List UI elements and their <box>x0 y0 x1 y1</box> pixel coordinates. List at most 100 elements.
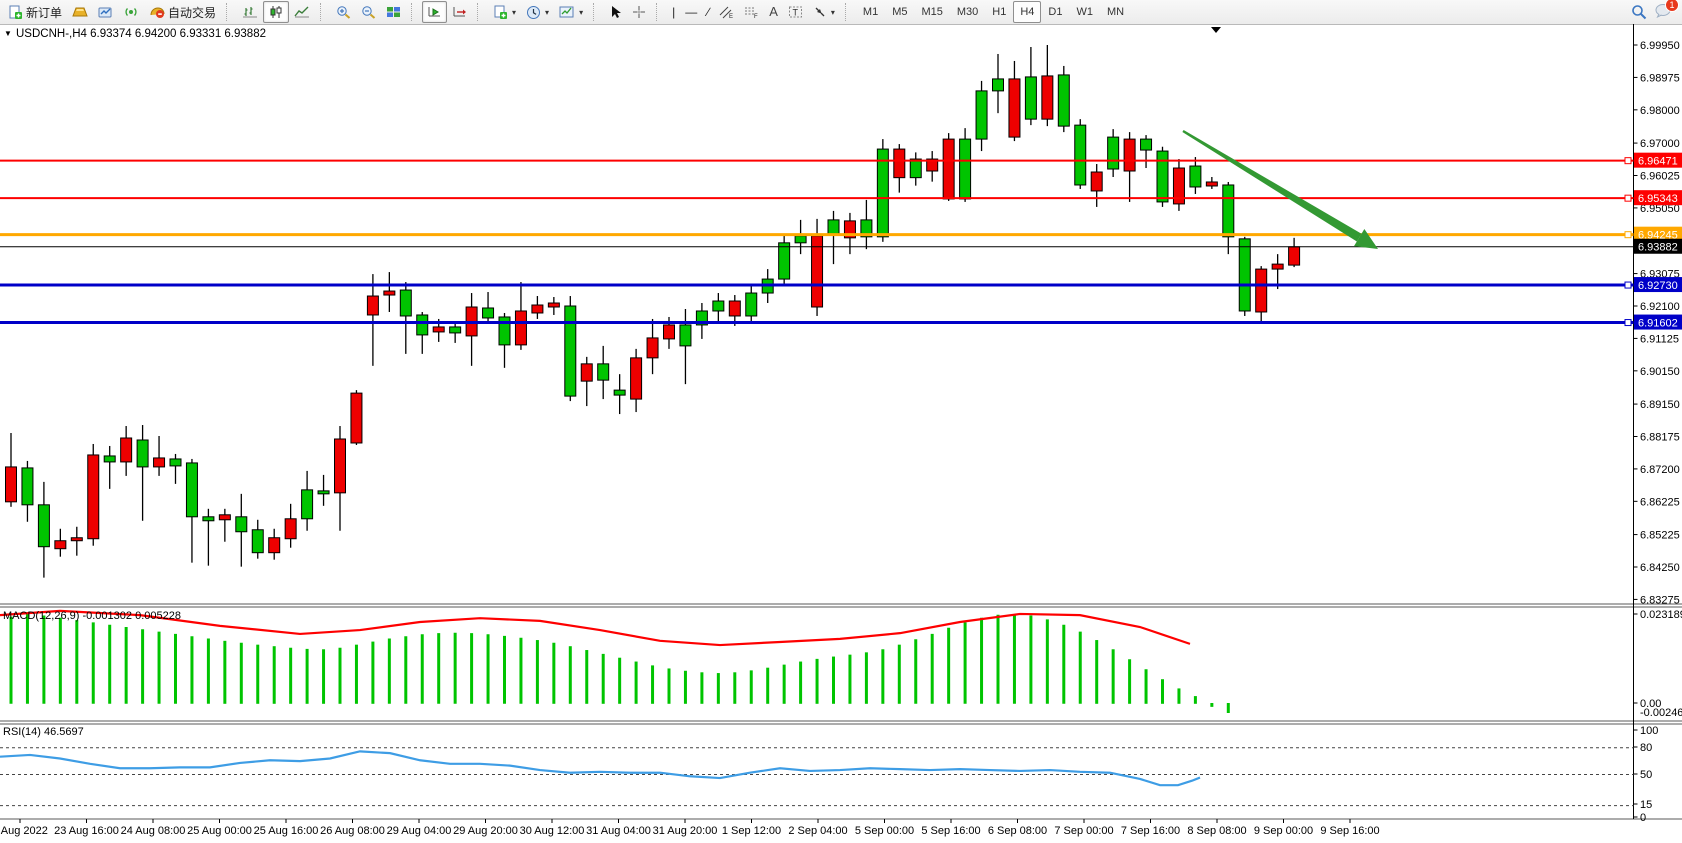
date-label: 9 Sep 16:00 <box>1320 825 1379 837</box>
zoom-in-button[interactable] <box>331 1 356 23</box>
timeframe-m15-button[interactable]: M15 <box>914 1 949 23</box>
candle-body <box>351 393 362 443</box>
cursor-tool-button[interactable] <box>604 1 627 23</box>
timeframe-h4-button[interactable]: H4 <box>1013 1 1041 23</box>
fibonacci-icon: F <box>744 5 759 19</box>
market-watch-button[interactable] <box>93 1 119 23</box>
date-label: 2 Sep 04:00 <box>788 825 847 837</box>
toolbar-separator <box>656 3 662 21</box>
fibonacci-tool-button[interactable]: F <box>739 1 764 23</box>
clock-icon <box>526 5 541 20</box>
auto-scroll-button[interactable] <box>422 1 447 23</box>
candle-body <box>335 439 346 493</box>
price-tick-label: 6.84250 <box>1640 562 1680 574</box>
chart-shift-button[interactable] <box>447 1 472 23</box>
equidistant-channel-icon: E <box>719 5 734 19</box>
gold-button[interactable] <box>67 1 93 23</box>
svg-text:E: E <box>729 14 733 19</box>
line-chart-mode-button[interactable] <box>289 1 315 23</box>
toolbar: 新订单 自动交易 <box>0 0 1682 25</box>
date-label: 7 Sep 16:00 <box>1121 825 1180 837</box>
price-tick-label: 6.91125 <box>1640 333 1679 345</box>
candle-body <box>483 308 494 318</box>
candle-body <box>565 306 576 396</box>
new-order-button[interactable]: 新订单 <box>3 1 67 23</box>
crosshair-icon <box>632 5 646 19</box>
chart-upload-icon <box>98 5 114 19</box>
vline-tool-button[interactable]: | <box>667 1 680 23</box>
timeframe-h1-button[interactable]: H1 <box>985 1 1013 23</box>
macd-label: MACD(12,26,9) -0.001302 0.005228 <box>3 610 181 622</box>
candlestick-mode-button[interactable] <box>263 1 289 23</box>
tile-windows-icon <box>386 5 401 19</box>
templates-button[interactable]: ▾ <box>554 1 588 23</box>
chevron-down-icon: ▾ <box>545 8 549 17</box>
chart-shift-marker[interactable] <box>1211 27 1221 33</box>
candle-body <box>71 538 82 541</box>
price-tick-label: 6.89150 <box>1640 399 1680 411</box>
tile-windows-button[interactable] <box>381 1 406 23</box>
timeframe-d1-button[interactable]: D1 <box>1041 1 1069 23</box>
timeframe-m30-button[interactable]: M30 <box>950 1 985 23</box>
candle-body <box>384 291 395 295</box>
trendline-tool-button[interactable]: ∕ <box>702 1 714 23</box>
candle-body <box>22 468 33 505</box>
search-icon[interactable] <box>1631 4 1647 20</box>
price-tick-label: 6.87200 <box>1640 464 1680 476</box>
toolbar-separator <box>411 3 417 21</box>
timeframe-m5-button[interactable]: M5 <box>885 1 914 23</box>
price-tick-label: 6.86225 <box>1640 496 1680 508</box>
price-tick-label: 6.88175 <box>1640 431 1680 443</box>
candle-body <box>828 220 839 235</box>
candle-body <box>614 390 625 395</box>
line-anchor-handle[interactable] <box>1625 320 1631 326</box>
arrow-objects-icon <box>813 5 827 19</box>
rsi-scale-label: 100 <box>1640 725 1658 737</box>
line-anchor-handle[interactable] <box>1625 158 1631 164</box>
crosshair-tool-button[interactable] <box>627 1 651 23</box>
bar-chart-icon <box>242 5 258 19</box>
signals-button[interactable] <box>119 1 144 23</box>
candle-body <box>910 159 921 178</box>
notifications-button[interactable]: 1 <box>1655 3 1672 21</box>
candle-body <box>104 456 115 462</box>
bar-chart-mode-button[interactable] <box>237 1 263 23</box>
rsi-scale-label: 0 <box>1640 812 1646 824</box>
candle-body <box>1058 75 1069 126</box>
line-anchor-handle[interactable] <box>1625 232 1631 238</box>
candle-body <box>680 325 691 346</box>
arrows-tool-button[interactable]: ▾ <box>808 1 840 23</box>
label-tool-button[interactable]: T <box>783 1 808 23</box>
trendline-icon: ∕ <box>707 6 709 18</box>
zoom-out-icon <box>361 5 376 20</box>
timeframe-w1-button[interactable]: W1 <box>1069 1 1100 23</box>
date-label: 25 Aug 16:00 <box>254 825 319 837</box>
channel-tool-button[interactable]: E <box>714 1 739 23</box>
price-badge-label: 6.91602 <box>1638 318 1678 330</box>
date-label: 23 Aug 16:00 <box>54 825 119 837</box>
date-label: 26 Aug 08:00 <box>320 825 385 837</box>
candle-body <box>976 91 987 139</box>
date-label: 31 Aug 04:00 <box>586 825 651 837</box>
toolbar-separator <box>320 3 326 21</box>
timeframe-m1-button[interactable]: M1 <box>856 1 885 23</box>
timeframe-mn-button[interactable]: MN <box>1100 1 1131 23</box>
chevron-down-icon: ▾ <box>512 8 516 17</box>
candle-body <box>88 455 99 539</box>
candle-body <box>1025 77 1036 119</box>
vertical-line-icon: | <box>672 6 675 18</box>
candle-body <box>154 458 165 467</box>
period-button[interactable]: ▾ <box>521 1 554 23</box>
price-badge-label: 6.92730 <box>1638 280 1678 292</box>
text-tool-button[interactable]: A <box>764 1 783 23</box>
chart-title: USDCNH-,H4 6.93374 6.94200 6.93331 6.938… <box>16 28 266 40</box>
zoom-out-button[interactable] <box>356 1 381 23</box>
line-anchor-handle[interactable] <box>1625 282 1631 288</box>
new-chart-button[interactable]: ▾ <box>488 1 521 23</box>
candle-body <box>877 149 888 237</box>
hline-tool-button[interactable]: — <box>680 1 702 23</box>
candle-body <box>1157 151 1168 202</box>
line-anchor-handle[interactable] <box>1625 195 1631 201</box>
price-badge-label: 6.93882 <box>1638 242 1678 254</box>
auto-trading-button[interactable]: 自动交易 <box>144 1 221 23</box>
